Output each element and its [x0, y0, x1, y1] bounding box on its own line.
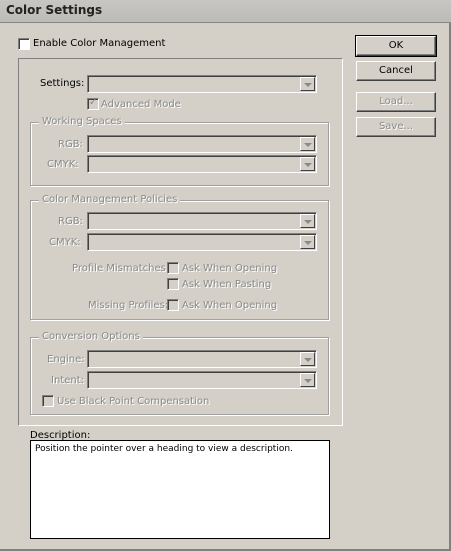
working-cmyk-label: CMYK:	[47, 159, 79, 170]
missing-ask-when-opening-label: Ask When Opening	[182, 300, 278, 311]
cancel-button-label: Cancel	[379, 65, 413, 76]
working-spaces-group	[30, 122, 329, 186]
missing-profiles-label: Missing Profiles:	[88, 300, 169, 311]
chevron-down-icon[interactable]	[300, 373, 315, 387]
conversion-options-title: Conversion Options	[39, 331, 143, 342]
policy-rgb-label: RGB:	[58, 216, 83, 227]
policy-cmyk-label: CMYK:	[49, 237, 81, 248]
description-text: Position the pointer over a heading to v…	[35, 444, 293, 454]
advanced-mode-checkbox[interactable]	[87, 97, 99, 110]
save-button-label: Save...	[378, 121, 414, 132]
save-button[interactable]: Save...	[356, 117, 436, 137]
enable-color-management-label[interactable]: Enable Color Management	[33, 38, 165, 49]
ok-button-label: OK	[388, 40, 404, 51]
chevron-down-icon[interactable]	[300, 137, 315, 151]
ask-when-pasting-label: Ask When Pasting	[182, 279, 272, 290]
ask-when-pasting-checkbox[interactable]	[167, 278, 179, 290]
policies-title: Color Management Policies	[39, 194, 181, 205]
black-point-compensation-checkbox[interactable]	[42, 395, 54, 407]
chevron-down-icon[interactable]	[300, 214, 315, 228]
title-bar: Color Settings	[0, 0, 451, 23]
policy-rgb-dropdown[interactable]	[87, 212, 317, 230]
ok-button[interactable]: OK	[355, 35, 437, 57]
chevron-down-icon[interactable]	[300, 77, 315, 91]
working-rgb-label: RGB:	[58, 139, 83, 150]
engine-label: Engine:	[47, 354, 85, 365]
missing-ask-when-opening-checkbox[interactable]	[167, 299, 179, 311]
policy-cmyk-dropdown[interactable]	[87, 233, 317, 251]
ask-when-opening-checkbox[interactable]	[167, 262, 179, 274]
chevron-down-icon[interactable]	[300, 235, 315, 249]
advanced-mode-label: Advanced Mode	[101, 99, 181, 110]
chevron-down-icon[interactable]	[300, 352, 315, 366]
enable-color-management-checkbox[interactable]	[18, 38, 30, 50]
ask-when-opening-label: Ask When Opening	[182, 263, 278, 274]
settings-dropdown[interactable]	[87, 75, 317, 93]
intent-label: Intent:	[51, 375, 84, 386]
black-point-compensation-label: Use Black Point Compensation	[57, 396, 210, 407]
working-rgb-dropdown[interactable]	[87, 135, 317, 153]
settings-label: Settings:	[40, 78, 85, 89]
description-box: Position the pointer over a heading to v…	[30, 440, 330, 539]
engine-dropdown[interactable]	[87, 350, 317, 368]
intent-dropdown[interactable]	[87, 371, 317, 389]
profile-mismatches-label: Profile Mismatches:	[72, 263, 170, 274]
chevron-down-icon[interactable]	[300, 157, 315, 171]
working-spaces-title: Working Spaces	[39, 116, 125, 127]
window-title: Color Settings	[6, 3, 103, 17]
load-button-label: Load...	[379, 96, 413, 107]
cancel-button[interactable]: Cancel	[356, 61, 436, 81]
load-button[interactable]: Load...	[356, 92, 436, 112]
color-settings-dialog: Color Settings Enable Color Management S…	[0, 0, 451, 551]
working-cmyk-dropdown[interactable]	[87, 155, 317, 173]
